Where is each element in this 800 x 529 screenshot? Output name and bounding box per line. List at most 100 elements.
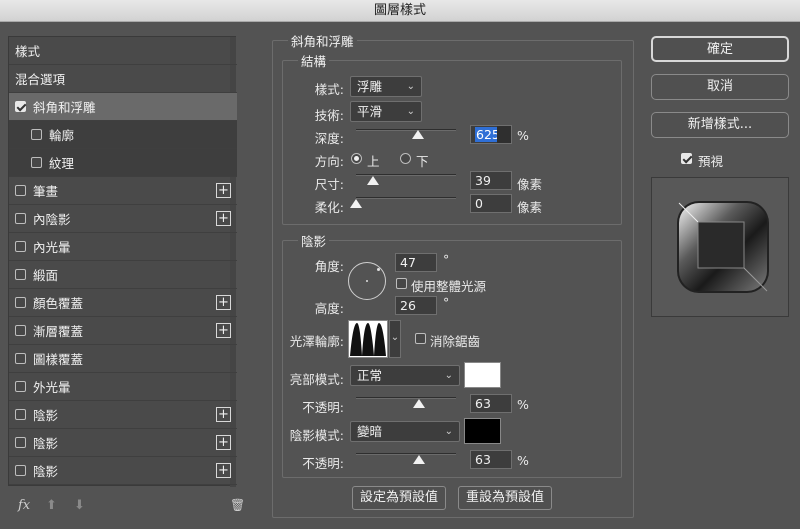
- sidebar-item[interactable]: 筆畫 +: [9, 177, 237, 205]
- altitude-unit: °: [443, 295, 450, 310]
- style-select[interactable]: 浮雕 ⌄: [350, 76, 422, 97]
- angle-dial-handle[interactable]: [377, 268, 380, 271]
- antialias-checkbox[interactable]: [415, 333, 426, 344]
- technique-select[interactable]: 平滑 ⌄: [350, 101, 422, 122]
- shadow-opacity-label: 不透明:: [302, 456, 344, 471]
- window-title: 圖層樣式: [0, 0, 800, 22]
- shadow-opacity-thumb[interactable]: [413, 455, 425, 464]
- sidebar-item-checkbox[interactable]: [15, 241, 26, 252]
- sidebar-item[interactable]: 內光暈: [9, 233, 237, 261]
- soften-slider-thumb[interactable]: [350, 199, 362, 208]
- sidebar-item-checkbox[interactable]: [15, 465, 26, 476]
- direction-up-label: 上: [367, 154, 380, 169]
- sidebar-item[interactable]: 內陰影 +: [9, 205, 237, 233]
- preview-checkbox[interactable]: [681, 153, 692, 164]
- highlight-opacity-track[interactable]: [356, 397, 456, 399]
- style-select-value: 浮雕: [357, 79, 383, 94]
- depth-slider-thumb[interactable]: [412, 130, 424, 139]
- add-effect-icon[interactable]: +: [216, 407, 231, 422]
- sidebar-item-checkbox[interactable]: [15, 381, 26, 392]
- sidebar-item[interactable]: 圖樣覆蓋: [9, 345, 237, 373]
- sidebar-item-checkbox[interactable]: [15, 437, 26, 448]
- sidebar-item[interactable]: 樣式: [9, 37, 237, 65]
- add-effect-icon[interactable]: +: [216, 211, 231, 226]
- antialias-label: 消除鋸齒: [430, 334, 481, 349]
- move-down-icon[interactable]: ⬇: [74, 498, 85, 513]
- sidebar-item-label: 顏色覆蓋: [33, 296, 84, 311]
- sidebar-item[interactable]: 陰影 +: [9, 457, 237, 485]
- soften-input[interactable]: 0: [470, 194, 512, 213]
- add-effect-icon[interactable]: +: [216, 435, 231, 450]
- highlight-mode-select[interactable]: 正常 ⌄: [350, 365, 460, 386]
- sidebar-item[interactable]: 緞面: [9, 261, 237, 289]
- global-light-checkbox[interactable]: [396, 278, 407, 289]
- add-effect-icon[interactable]: +: [216, 323, 231, 338]
- sidebar-item-checkbox[interactable]: [31, 157, 42, 168]
- depth-slider-track[interactable]: [356, 129, 456, 131]
- sidebar-item-label: 緞面: [33, 268, 59, 283]
- trash-icon[interactable]: 🗑: [230, 498, 245, 512]
- sidebar-item-label: 內光暈: [33, 240, 71, 255]
- soften-unit: 像素: [517, 200, 543, 215]
- add-effect-icon[interactable]: +: [216, 463, 231, 478]
- sidebar-item-label: 樣式: [15, 44, 41, 59]
- sidebar-item-checkbox[interactable]: [15, 269, 26, 280]
- highlight-mode-label: 亮部模式:: [289, 372, 344, 387]
- angle-input[interactable]: 47: [395, 253, 437, 272]
- sidebar-item-checkbox[interactable]: [15, 101, 26, 112]
- move-up-icon[interactable]: ⬆: [46, 498, 57, 513]
- sidebar-item[interactable]: 陰影 +: [9, 429, 237, 457]
- highlight-opacity-input[interactable]: 63: [470, 394, 512, 413]
- sidebar-item[interactable]: 陰影 +: [9, 401, 237, 429]
- highlight-color-swatch[interactable]: [464, 362, 501, 388]
- depth-input-stepper[interactable]: [497, 126, 511, 143]
- sidebar-item[interactable]: 外光暈: [9, 373, 237, 401]
- styles-list: 樣式 混合選項 斜角和浮雕 輪廓 紋理 筆畫 + 內陰影 + 內光暈 緞面 顏色覆蓋 + 漸層覆蓋 + 圖樣覆…: [8, 36, 237, 487]
- bevel-emboss-title: 斜角和浮雕: [288, 31, 357, 50]
- new-style-button[interactable]: 新增樣式...: [651, 112, 789, 138]
- shadow-opacity-input[interactable]: 63: [470, 450, 512, 469]
- gloss-contour-swatch[interactable]: [348, 320, 388, 358]
- direction-up-radio[interactable]: [351, 153, 362, 164]
- altitude-input[interactable]: 26: [395, 296, 437, 315]
- sidebar-item-checkbox[interactable]: [15, 297, 26, 308]
- highlight-opacity-unit: %: [517, 397, 529, 412]
- ok-button[interactable]: 確定: [651, 36, 789, 62]
- shadow-opacity-track[interactable]: [356, 453, 456, 455]
- style-preview: [651, 177, 789, 317]
- direction-down-label: 下: [416, 154, 429, 169]
- chevron-down-icon[interactable]: ⌄: [389, 320, 401, 358]
- shadow-mode-label: 陰影模式:: [289, 428, 344, 443]
- set-default-button[interactable]: 設定為預設值: [352, 486, 446, 510]
- sidebar-item-checkbox[interactable]: [15, 213, 26, 224]
- add-effect-icon[interactable]: +: [216, 295, 231, 310]
- sidebar-item-checkbox[interactable]: [15, 409, 26, 420]
- sidebar-item[interactable]: 紋理: [9, 149, 237, 177]
- depth-label: 深度:: [314, 131, 344, 146]
- sidebar-item[interactable]: 斜角和浮雕: [9, 93, 237, 121]
- reset-default-button[interactable]: 重設為預設值: [458, 486, 552, 510]
- sidebar-item-checkbox[interactable]: [15, 353, 26, 364]
- highlight-mode-value: 正常: [357, 368, 383, 383]
- sidebar-item-checkbox[interactable]: [15, 185, 26, 196]
- soften-slider-track[interactable]: [356, 197, 456, 199]
- size-slider-thumb[interactable]: [367, 176, 379, 185]
- highlight-opacity-thumb[interactable]: [413, 399, 425, 408]
- direction-down-radio[interactable]: [400, 153, 411, 164]
- angle-dial[interactable]: [348, 262, 386, 300]
- shadow-color-swatch[interactable]: [464, 418, 501, 444]
- sidebar-item-checkbox[interactable]: [15, 325, 26, 336]
- preview-label: 預視: [698, 154, 724, 169]
- cancel-button[interactable]: 取消: [651, 74, 789, 100]
- size-input[interactable]: 39: [470, 171, 512, 190]
- shadow-mode-select[interactable]: 變暗 ⌄: [350, 421, 460, 442]
- fx-icon[interactable]: fx: [18, 498, 30, 513]
- preview-image: [677, 201, 769, 293]
- add-effect-icon[interactable]: +: [216, 183, 231, 198]
- sidebar-item[interactable]: 混合選項: [9, 65, 237, 93]
- sidebar-item-checkbox[interactable]: [31, 129, 42, 140]
- sidebar-item[interactable]: 輪廓: [9, 121, 237, 149]
- sidebar-item[interactable]: 漸層覆蓋 +: [9, 317, 237, 345]
- chevron-down-icon: ⌄: [406, 106, 415, 117]
- sidebar-item[interactable]: 顏色覆蓋 +: [9, 289, 237, 317]
